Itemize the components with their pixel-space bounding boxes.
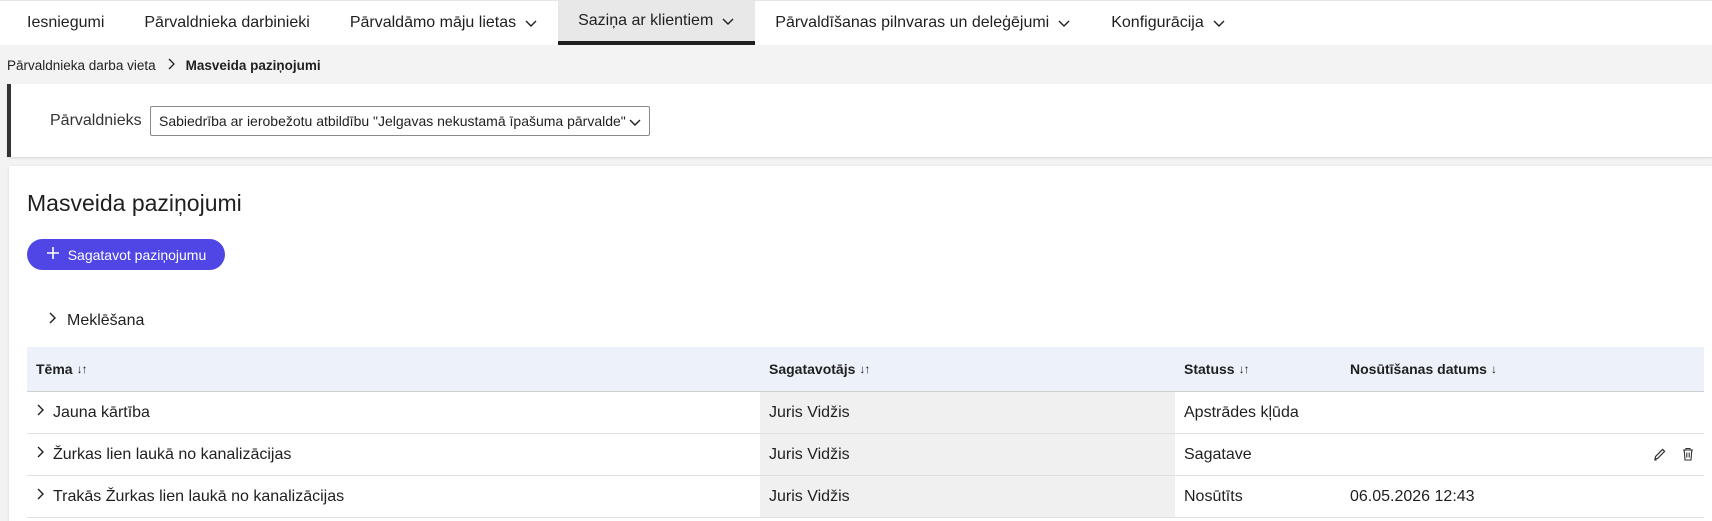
column-header-label: Nosūtīšanas datums <box>1350 361 1487 377</box>
nav-item-iesniegumi[interactable]: Iesniegumi <box>0 1 124 45</box>
nav-item-parvaldamo-maju-lietas[interactable]: Pārvaldāmo māju lietas <box>330 1 558 45</box>
column-header-topic[interactable]: Tēma ↓↑ <box>27 361 760 377</box>
manager-label: Pārvaldnieks <box>50 112 142 129</box>
nav-item-label: Iesniegumi <box>27 14 105 31</box>
row-expand-toggle[interactable]: Jauna kārtība <box>27 392 760 433</box>
nav-item-label: Konfigurācija <box>1111 14 1204 31</box>
nav-item-parvaldisanas-pilnvaras[interactable]: Pārvaldīšanas pilnvaras un deleģējumi <box>755 1 1091 45</box>
row-actions <box>1652 446 1696 462</box>
create-notice-button[interactable]: Sagatavot paziņojumu <box>27 239 225 270</box>
column-header-status[interactable]: Statuss ↓↑ <box>1175 361 1341 377</box>
cell-topic: Žurkas lien laukā no kanalizācijas <box>53 445 292 463</box>
cell-author: Juris Vidžis <box>760 476 1175 517</box>
chevron-right-icon <box>36 403 45 422</box>
chevron-right-icon <box>36 487 45 506</box>
table-row: Žurkas lien laukā no kanalizācijas Juris… <box>27 434 1704 476</box>
chevron-down-icon <box>628 115 642 132</box>
cell-sent-date <box>1341 434 1704 475</box>
column-header-label: Tēma <box>36 361 73 377</box>
cell-topic: Jauna kārtība <box>53 403 150 421</box>
breadcrumb-parent-link[interactable]: Pārvaldnieka darba vieta <box>7 58 156 73</box>
nav-item-sazina-ar-klientiem[interactable]: Saziņa ar klientiem <box>558 1 756 45</box>
table-row: Trakās Žurkas lien laukā no kanalizācija… <box>27 476 1704 518</box>
sort-icon: ↓↑ <box>76 362 88 376</box>
row-expand-toggle[interactable]: Žurkas lien laukā no kanalizācijas <box>27 434 760 475</box>
manager-select[interactable]: Sabiedrība ar ierobežotu atbildību "Jelg… <box>150 106 650 136</box>
create-notice-label: Sagatavot paziņojumu <box>67 246 207 263</box>
top-navigation: Iesniegumi Pārvaldnieka darbinieki Pārva… <box>0 0 1712 45</box>
nav-item-label: Pārvaldīšanas pilnvaras un deleģējumi <box>775 14 1050 31</box>
nav-item-label: Pārvaldāmo māju lietas <box>349 14 517 31</box>
nav-item-konfiguracija[interactable]: Konfigurācija <box>1091 1 1246 45</box>
nav-item-label: Pārvaldnieka darbinieki <box>144 14 310 31</box>
chevron-down-icon <box>721 14 735 28</box>
chevron-right-icon <box>47 311 57 330</box>
table-header: Tēma ↓↑ Sagatavotājs ↓↑ Statuss ↓↑ Nosūt… <box>27 347 1704 392</box>
cell-sent-date <box>1341 392 1704 433</box>
chevron-down-icon <box>524 16 538 30</box>
notices-table: Tēma ↓↑ Sagatavotājs ↓↑ Statuss ↓↑ Nosūt… <box>27 347 1704 518</box>
pencil-icon[interactable] <box>1652 446 1668 462</box>
column-header-label: Statuss <box>1184 361 1235 377</box>
trash-icon[interactable] <box>1680 446 1696 462</box>
table-row: Jauna kārtība Juris Vidžis Apstrādes kļū… <box>27 392 1704 434</box>
breadcrumb-current: Masveida paziņojumi <box>185 58 321 73</box>
nav-item-label: Saziņa ar klientiem <box>578 12 714 29</box>
column-header-sent-date[interactable]: Nosūtīšanas datums ↓ <box>1341 361 1704 377</box>
chevron-down-icon <box>1212 16 1226 30</box>
sort-icon: ↓↑ <box>859 362 870 376</box>
sort-icon: ↓ <box>1490 362 1497 376</box>
manager-select-value: Sabiedrība ar ierobežotu atbildību "Jelg… <box>159 113 626 129</box>
cell-author: Juris Vidžis <box>760 392 1175 433</box>
cell-status: Apstrādes kļūda <box>1184 403 1299 421</box>
breadcrumb: Pārvaldnieka darba vieta Masveida paziņo… <box>7 58 321 73</box>
search-toggle[interactable]: Meklēšana <box>47 311 144 330</box>
cell-sent-date: 06.05.2026 12:43 <box>1350 487 1475 505</box>
cell-author: Juris Vidžis <box>760 434 1175 475</box>
chevron-right-icon <box>166 58 176 73</box>
nav-item-parvaldnieka-darbinieki[interactable]: Pārvaldnieka darbinieki <box>124 1 329 45</box>
cell-status: Nosūtīts <box>1184 487 1243 505</box>
main-card: Masveida paziņojumi Sagatavot paziņojumu… <box>9 166 1712 521</box>
page-title: Masveida paziņojumi <box>27 190 242 216</box>
chevron-right-icon <box>36 445 45 464</box>
cell-status: Sagatave <box>1184 445 1252 463</box>
column-header-author[interactable]: Sagatavotājs ↓↑ <box>760 361 1175 377</box>
chevron-down-icon <box>1057 16 1071 30</box>
manager-panel: Pārvaldnieks Sabiedrība ar ierobežotu at… <box>7 84 1712 157</box>
search-toggle-label: Meklēšana <box>67 311 145 329</box>
cell-topic: Trakās Žurkas lien laukā no kanalizācija… <box>53 487 345 505</box>
sort-icon: ↓↑ <box>1238 362 1250 376</box>
column-header-label: Sagatavotājs <box>769 361 856 377</box>
row-expand-toggle[interactable]: Trakās Žurkas lien laukā no kanalizācija… <box>27 476 760 517</box>
plus-icon <box>46 246 60 263</box>
